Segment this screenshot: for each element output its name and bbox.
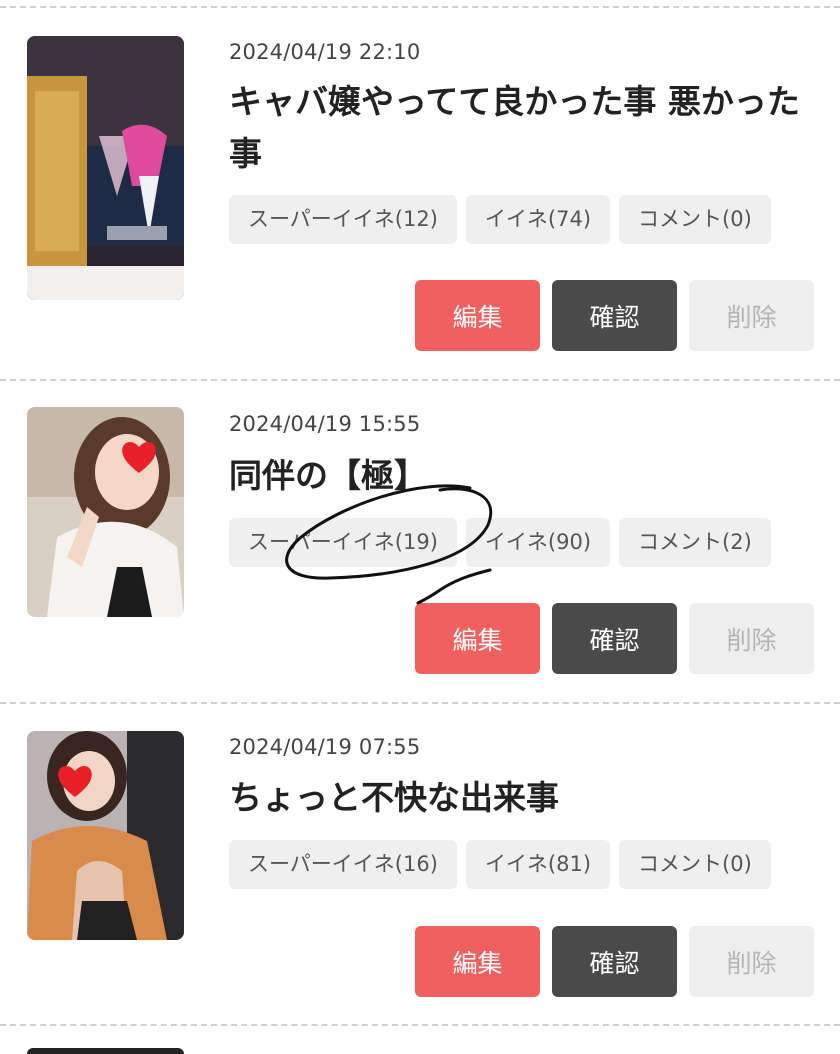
post-title[interactable]: 同伴の【極】 — [229, 450, 819, 502]
portrait-photo — [27, 731, 184, 940]
post-date: 2024/04/19 07:55 — [229, 735, 421, 759]
edit-button[interactable]: 編集 — [415, 926, 540, 997]
super-like-count: スーパーイイネ(16) — [229, 840, 457, 889]
divider — [0, 379, 840, 381]
confirm-button[interactable]: 確認 — [552, 926, 677, 997]
like-count: イイネ(81) — [465, 840, 611, 889]
comment-count: コメント(0) — [619, 195, 771, 244]
champagne-photo — [27, 36, 184, 300]
like-count: イイネ(74) — [465, 195, 611, 244]
post-stats: スーパーイイネ(12) イイネ(74) コメント(0) — [229, 195, 771, 244]
post-actions: 編集 確認 削除 — [415, 280, 814, 351]
post-stats: スーパーイイネ(19) イイネ(90) コメント(2) — [229, 518, 771, 567]
divider — [0, 6, 840, 8]
post-thumbnail[interactable] — [27, 407, 184, 617]
super-like-count: スーパーイイネ(19) — [229, 518, 457, 567]
next-post-thumbnail — [27, 1048, 184, 1054]
post-thumbnail[interactable] — [27, 731, 184, 940]
delete-button[interactable]: 削除 — [689, 603, 814, 674]
post-title[interactable]: ちょっと不快な出来事 — [229, 772, 819, 824]
edit-button[interactable]: 編集 — [415, 603, 540, 674]
confirm-button[interactable]: 確認 — [552, 603, 677, 674]
confirm-button[interactable]: 確認 — [552, 280, 677, 351]
post-date: 2024/04/19 15:55 — [229, 412, 421, 436]
post-actions: 編集 確認 削除 — [415, 926, 814, 997]
divider — [0, 1024, 840, 1026]
like-count: イイネ(90) — [465, 518, 611, 567]
comment-count: コメント(0) — [619, 840, 771, 889]
comment-count: コメント(2) — [619, 518, 771, 567]
edit-button[interactable]: 編集 — [415, 280, 540, 351]
post-date: 2024/04/19 22:10 — [229, 40, 421, 64]
post-title[interactable]: キャバ嬢やってて良かった事 悪かった事 — [229, 76, 819, 180]
post-actions: 編集 確認 削除 — [415, 603, 814, 674]
post-thumbnail[interactable] — [27, 36, 184, 300]
delete-button[interactable]: 削除 — [689, 926, 814, 997]
portrait-photo — [27, 407, 184, 617]
delete-button[interactable]: 削除 — [689, 280, 814, 351]
super-like-count: スーパーイイネ(12) — [229, 195, 457, 244]
post-stats: スーパーイイネ(16) イイネ(81) コメント(0) — [229, 840, 771, 889]
divider — [0, 702, 840, 704]
